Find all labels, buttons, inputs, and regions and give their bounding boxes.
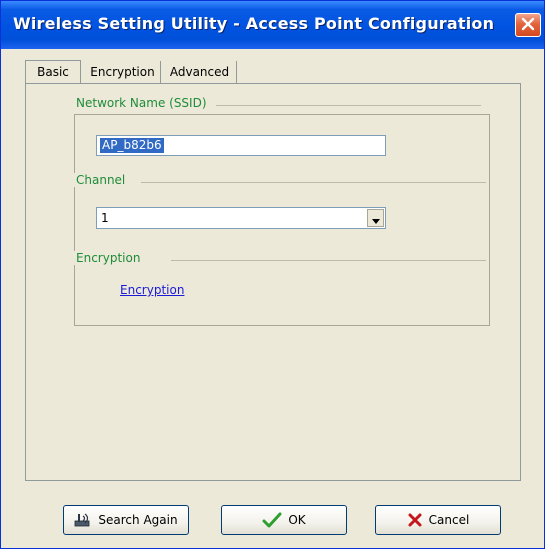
x-icon — [407, 512, 423, 528]
search-again-label: Search Again — [98, 513, 178, 527]
encryption-link[interactable]: Encryption — [120, 283, 184, 297]
tab-advanced-label: Advanced — [169, 65, 230, 79]
ssid-label: Network Name (SSID) — [73, 96, 210, 110]
channel-divider — [141, 182, 486, 183]
close-button[interactable] — [515, 13, 541, 37]
tab-basic[interactable]: Basic — [25, 60, 81, 84]
tab-encryption-label: Encryption — [90, 65, 155, 79]
encryption-divider — [171, 260, 486, 261]
channel-select[interactable]: 1 — [96, 207, 386, 229]
dialog-window: Wireless Setting Utility - Access Point … — [0, 0, 545, 549]
channel-value: 1 — [101, 211, 109, 225]
ssid-input[interactable]: AP_b82b6 — [96, 135, 386, 156]
channel-dropdown-button[interactable] — [367, 209, 384, 227]
ssid-divider — [216, 105, 481, 106]
channel-label: Channel — [73, 173, 129, 187]
search-signal-icon — [74, 512, 92, 528]
cancel-button[interactable]: Cancel — [375, 505, 501, 535]
chevron-down-icon — [371, 209, 380, 228]
title-bar[interactable]: Wireless Setting Utility - Access Point … — [1, 1, 544, 49]
ok-button[interactable]: OK — [221, 505, 347, 535]
tab-encryption[interactable]: Encryption — [85, 61, 161, 83]
search-again-button[interactable]: Search Again — [63, 505, 189, 535]
tab-advanced[interactable]: Advanced — [163, 61, 237, 83]
tab-basic-label: Basic — [37, 65, 69, 79]
close-icon — [521, 16, 535, 35]
cancel-label: Cancel — [428, 513, 470, 527]
window-title: Wireless Setting Utility - Access Point … — [13, 14, 495, 33]
checkmark-icon — [262, 512, 282, 528]
encryption-label: Encryption — [73, 251, 144, 265]
ssid-value: AP_b82b6 — [100, 138, 164, 153]
ok-label: OK — [288, 513, 306, 527]
